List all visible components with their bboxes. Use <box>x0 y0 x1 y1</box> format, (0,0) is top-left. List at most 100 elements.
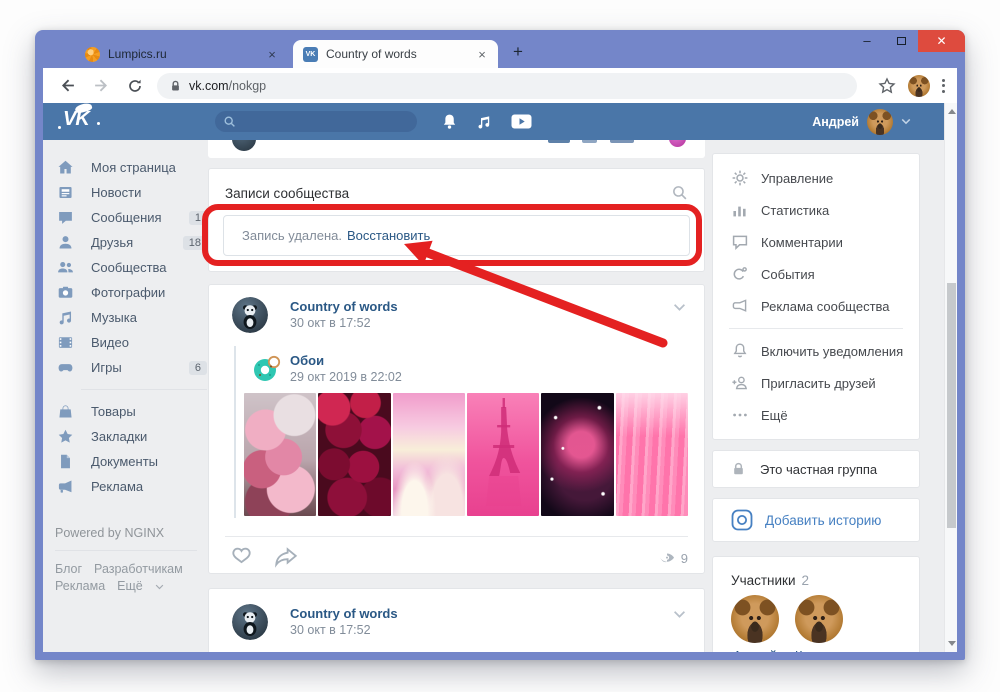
scroll-up-arrow[interactable] <box>948 109 956 114</box>
browser-menu-icon[interactable] <box>942 78 945 93</box>
sidebar-item-market[interactable]: Товары <box>55 399 207 424</box>
restore-link[interactable]: Восстановить <box>347 228 430 243</box>
messages-counter: 1 <box>188 210 207 225</box>
browser-toolbar: vk.com/nokgp <box>43 68 957 103</box>
footer-links: Блог Разработчикам Реклама Ещё <box>55 561 207 595</box>
repost-date[interactable]: 29 окт 2019 в 22:02 <box>290 370 402 384</box>
member-item[interactable]: Константин <box>795 595 861 652</box>
tab-country-of-words[interactable]: VK Country of words × <box>293 40 498 68</box>
photo-eiffel-tower[interactable] <box>466 393 540 516</box>
back-button[interactable] <box>57 76 77 96</box>
post-author-avatar[interactable] <box>232 604 268 640</box>
post-author-name[interactable]: Country of words <box>290 299 398 314</box>
sidebar-item-ads[interactable]: Реклама <box>55 474 207 499</box>
footer-link-developers[interactable]: Разработчикам <box>94 562 183 576</box>
add-story-card[interactable]: Добавить историю <box>712 498 920 542</box>
forward-button[interactable] <box>91 76 111 96</box>
communities-icon <box>58 261 73 273</box>
wall-title: Записи сообщества <box>225 186 350 201</box>
tab-lumpics[interactable]: Lumpics.ru × <box>75 40 288 68</box>
vk-search-input[interactable] <box>215 111 417 132</box>
megaphone-outline-icon <box>732 299 747 312</box>
footer-link-more[interactable]: Ещё <box>117 579 143 593</box>
eye-icon <box>659 553 674 563</box>
deleted-post-notice: Запись удалена. Восстановить <box>223 215 690 256</box>
menu-item-events[interactable]: События <box>713 258 919 290</box>
url-host: vk.com <box>189 78 229 93</box>
post-date[interactable]: 30 окт в 17:52 <box>290 316 371 330</box>
menu-item-statistics[interactable]: Статистика <box>713 194 919 226</box>
post-author-avatar[interactable] <box>232 297 268 333</box>
cut-off-element <box>548 140 570 143</box>
home-icon <box>58 160 73 174</box>
reload-button[interactable] <box>125 76 145 96</box>
post-menu-chevron-icon[interactable] <box>673 610 686 619</box>
menu-item-enable-notifications[interactable]: Включить уведомления <box>713 335 919 367</box>
post-author-name[interactable]: Country of words <box>290 606 398 621</box>
photo-pink-clouds[interactable] <box>244 393 317 516</box>
footer-link-ads[interactable]: Реклама <box>55 579 105 593</box>
notifications-bell-icon[interactable] <box>441 113 458 130</box>
sidebar-item-messages[interactable]: Сообщения 1 <box>55 205 207 230</box>
wall-search-icon[interactable] <box>671 184 688 201</box>
close-button[interactable]: ✕ <box>918 30 965 52</box>
sidebar-item-bookmarks[interactable]: Закладки <box>55 424 207 449</box>
sidebar-item-communities[interactable]: Сообщества <box>55 255 207 280</box>
repost-line <box>234 346 236 518</box>
sidebar-item-photos[interactable]: Фотографии <box>55 280 207 305</box>
lock-icon <box>734 462 743 475</box>
gear-icon <box>732 170 748 186</box>
cut-off-element <box>610 140 634 143</box>
powered-by-label: Powered by NGINX <box>55 526 165 540</box>
tab-close-icon[interactable]: × <box>474 47 490 62</box>
menu-item-comments[interactable]: Комментарии <box>713 226 919 258</box>
new-tab-button[interactable]: + <box>513 42 523 62</box>
panda-avatar <box>232 604 268 640</box>
menu-item-more[interactable]: Ещё <box>713 399 919 431</box>
member-item[interactable]: Андрей <box>731 595 779 652</box>
menu-item-manage[interactable]: Управление <box>713 162 919 194</box>
sidebar-item-my-page[interactable]: Моя страница <box>55 155 207 180</box>
page-scrollbar[interactable] <box>944 103 957 652</box>
search-icon <box>224 116 235 127</box>
vk-logo[interactable]: VK <box>58 103 100 131</box>
lock-icon <box>172 80 179 91</box>
photo-nebula[interactable] <box>541 393 614 516</box>
bookmark-star-icon[interactable] <box>878 76 896 95</box>
like-heart-icon[interactable] <box>229 545 254 568</box>
photo-pink-sky[interactable] <box>392 393 465 516</box>
video-play-icon[interactable] <box>510 113 533 130</box>
post-menu-chevron-icon[interactable] <box>673 303 686 312</box>
window-controls: – ✕ <box>850 30 965 52</box>
sidebar-item-friends[interactable]: Друзья 18 <box>55 230 207 255</box>
tab-close-icon[interactable]: × <box>264 47 280 62</box>
photo-pink-sticks[interactable] <box>615 393 688 516</box>
chevron-down-icon <box>901 118 911 125</box>
scrollbar-thumb[interactable] <box>947 283 956 528</box>
shopping-bag-icon <box>59 405 72 418</box>
post-date[interactable]: 30 окт в 17:52 <box>290 623 371 637</box>
maximize-button[interactable] <box>884 30 918 52</box>
sidebar-item-video[interactable]: Видео <box>55 330 207 355</box>
members-title[interactable]: Участники 2 <box>713 557 919 588</box>
photo-berries[interactable] <box>318 393 391 516</box>
story-camera-icon <box>731 509 753 531</box>
menu-item-invite-friends[interactable]: Пригласить друзей <box>713 367 919 399</box>
sidebar-item-news[interactable]: Новости <box>55 180 207 205</box>
music-icon[interactable] <box>476 114 492 130</box>
sidebar-item-documents[interactable]: Документы <box>55 449 207 474</box>
repost-author-avatar[interactable] <box>247 351 283 387</box>
share-icon[interactable] <box>273 546 299 568</box>
menu-divider <box>729 328 903 329</box>
scroll-down-arrow[interactable] <box>948 641 956 646</box>
repost-author-name[interactable]: Обои <box>290 353 324 368</box>
vk-user-menu[interactable]: Андрей <box>812 103 911 140</box>
sidebar-item-music[interactable]: Музыка <box>55 305 207 330</box>
browser-profile-avatar[interactable] <box>908 74 930 97</box>
menu-item-community-ads[interactable]: Реклама сообщества <box>713 290 919 322</box>
sidebar-item-games[interactable]: Игры 6 <box>55 355 207 380</box>
lumpics-favicon <box>85 46 100 62</box>
address-bar[interactable]: vk.com/nokgp <box>157 72 857 99</box>
footer-link-blog[interactable]: Блог <box>55 562 82 576</box>
minimize-button[interactable]: – <box>850 30 884 52</box>
